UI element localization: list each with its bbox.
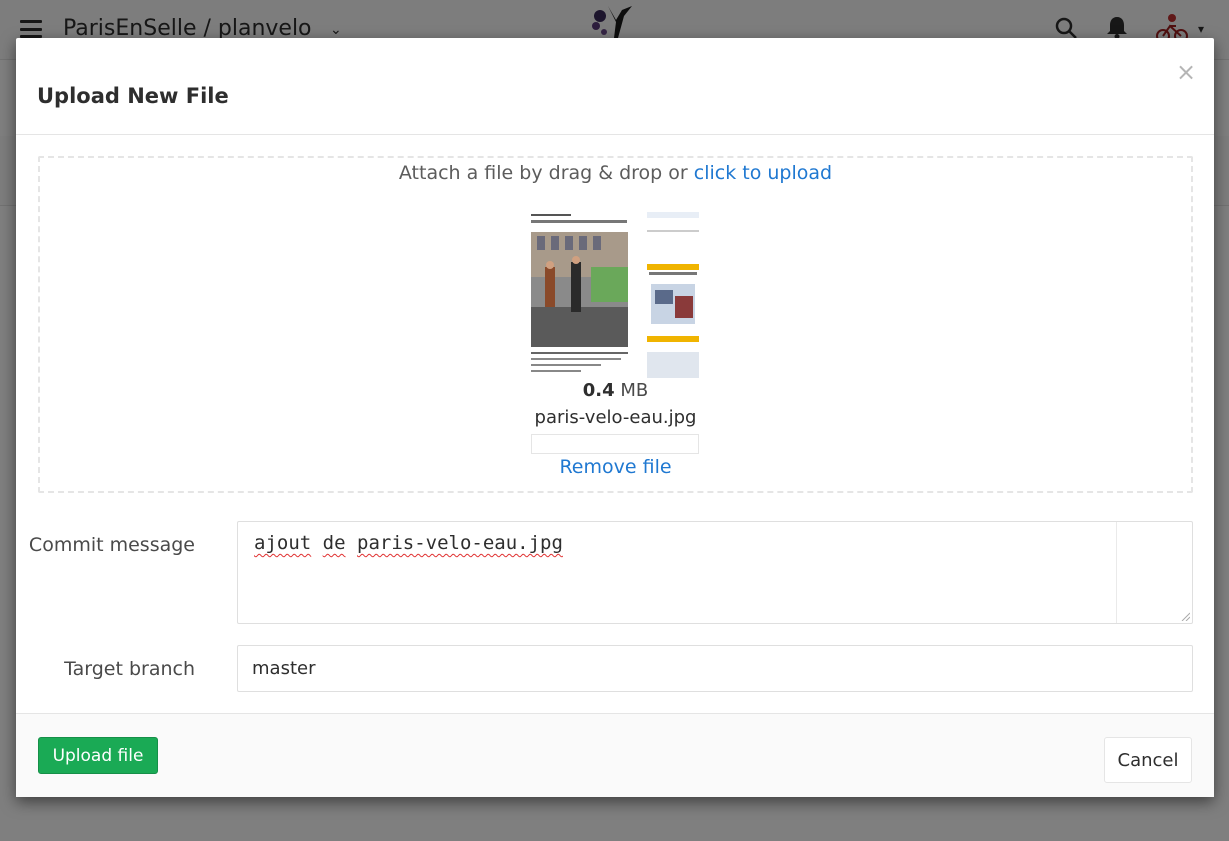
upload-modal: Upload New File × Attach a file by drag … <box>16 38 1214 797</box>
modal-header: Upload New File × <box>16 38 1214 135</box>
cancel-button[interactable]: Cancel <box>1104 737 1192 783</box>
commit-message-text[interactable]: ajout de paris-velo-eau.jpg <box>254 532 563 554</box>
click-to-upload-link[interactable]: click to upload <box>694 162 832 184</box>
modal-title: Upload New File <box>37 84 229 108</box>
dropzone-text: Attach a file by drag & drop or <box>398 162 694 184</box>
upload-file-button[interactable]: Upload file <box>38 737 158 774</box>
upload-progress-bar <box>531 434 699 454</box>
target-branch-label: Target branch <box>64 658 195 680</box>
file-dropzone[interactable]: Attach a file by drag & drop or click to… <box>38 156 1193 493</box>
modal-footer: Upload file Cancel <box>16 713 1214 797</box>
file-size-value: 0.4 <box>582 380 615 401</box>
commit-message-label: Commit message <box>28 534 195 556</box>
close-icon[interactable]: × <box>1176 60 1196 84</box>
target-branch-input[interactable] <box>237 645 1193 692</box>
textarea-gutter <box>1116 522 1117 623</box>
file-size: 0.4 MB <box>40 380 1191 401</box>
remove-file-link[interactable]: Remove file <box>40 456 1191 478</box>
commit-word: paris-velo-eau.jpg <box>357 532 563 554</box>
file-thumbnail <box>531 212 699 378</box>
commit-word: de <box>322 532 346 554</box>
commit-word: ajout <box>254 532 312 554</box>
commit-message-textarea[interactable]: ajout de paris-velo-eau.jpg <box>237 521 1193 624</box>
dropzone-instructions: Attach a file by drag & drop or click to… <box>40 162 1191 184</box>
file-name: paris-velo-eau.jpg <box>534 407 697 428</box>
file-size-unit: MB <box>614 380 649 401</box>
resize-handle-icon[interactable] <box>1180 611 1190 621</box>
